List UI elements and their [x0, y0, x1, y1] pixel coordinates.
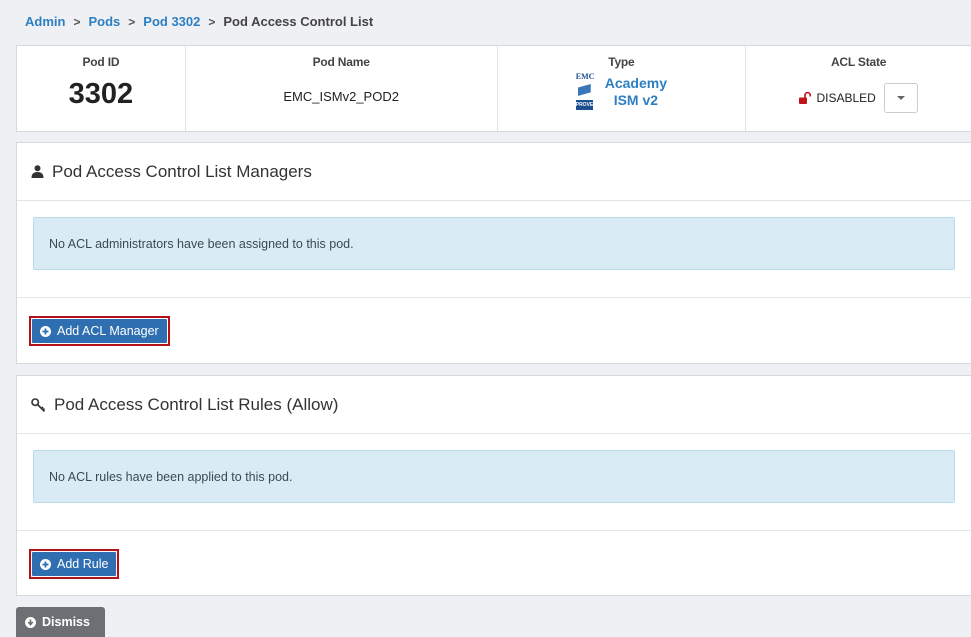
acl-managers-footer: Add ACL Manager — [17, 298, 971, 346]
type-name: Academy ISM v2 — [605, 75, 667, 109]
acl-state-dropdown-button[interactable] — [883, 83, 918, 113]
acl-managers-body: No ACL administrators have been assigned… — [17, 201, 971, 298]
pod-id-header: Pod ID — [82, 55, 120, 69]
dismiss-button[interactable]: Dismiss — [16, 607, 105, 637]
type-name-line1: Academy — [604, 75, 667, 91]
pod-info-table: Pod ID 3302 Pod Name EMC_ISMv2_POD2 Type… — [16, 45, 971, 132]
acl-managers-panel: Pod Access Control List Managers No ACL … — [16, 142, 971, 364]
acl-rules-panel: Pod Access Control List Rules (Allow) No… — [16, 375, 971, 596]
key-icon — [31, 397, 46, 412]
add-acl-manager-label: Add ACL Manager — [57, 324, 159, 338]
acl-state-header: ACL State — [830, 55, 887, 69]
acl-state-value: DISABLED — [816, 91, 876, 105]
breadcrumb-pods[interactable]: Pods — [88, 14, 120, 29]
plus-circle-icon — [40, 558, 51, 570]
breadcrumb-separator: > — [73, 14, 81, 29]
pod-name-column: Pod Name EMC_ISMv2_POD2 — [186, 46, 498, 131]
acl-state-column: ACL State DISABLED — [746, 46, 971, 131]
caret-down-icon — [896, 96, 905, 100]
type-link[interactable]: EMC PROVEN Academy ISM v2 — [575, 72, 667, 112]
acl-state-control: DISABLED — [799, 83, 918, 113]
breadcrumb: Admin > Pods > Pod 3302 > Pod Access Con… — [25, 14, 373, 29]
unlock-icon — [799, 92, 812, 104]
acl-rules-body: No ACL rules have been applied to this p… — [17, 434, 971, 531]
type-header: Type — [608, 55, 635, 69]
add-rule-label: Add Rule — [57, 557, 109, 571]
dismiss-label: Dismiss — [42, 615, 90, 629]
acl-rules-info-alert: No ACL rules have been applied to this p… — [33, 450, 955, 503]
add-rule-highlight: Add Rule — [29, 549, 120, 579]
pod-id-value: 3302 — [68, 78, 134, 110]
arrow-down-circle-icon — [25, 616, 36, 628]
add-rule-button[interactable]: Add Rule — [32, 552, 117, 576]
breadcrumb-separator: > — [128, 14, 136, 29]
emc-logo-text: EMC — [575, 72, 595, 81]
acl-managers-title: Pod Access Control List Managers — [52, 161, 312, 181]
type-name-line2: ISM v2 — [613, 92, 659, 108]
type-column: Type EMC PROVEN Academy ISM v2 — [498, 46, 747, 131]
emc-logo-badge: PROVEN — [575, 100, 597, 110]
emc-academy-logo: EMC PROVEN — [575, 72, 597, 112]
breadcrumb-pod[interactable]: Pod 3302 — [143, 14, 200, 29]
pod-id-column: Pod ID 3302 — [17, 46, 186, 131]
breadcrumb-separator: > — [208, 14, 216, 29]
acl-rules-footer: Add Rule — [17, 531, 971, 579]
pod-name-value: EMC_ISMv2_POD2 — [283, 89, 399, 104]
acl-rules-header: Pod Access Control List Rules (Allow) — [17, 376, 971, 434]
acl-rules-title: Pod Access Control List Rules (Allow) — [54, 394, 339, 414]
add-acl-manager-button[interactable]: Add ACL Manager — [32, 319, 167, 343]
acl-managers-header: Pod Access Control List Managers — [17, 143, 971, 201]
add-acl-manager-highlight: Add ACL Manager — [29, 316, 170, 346]
user-icon — [31, 165, 44, 178]
breadcrumb-current: Pod Access Control List — [223, 14, 374, 29]
acl-managers-info-alert: No ACL administrators have been assigned… — [33, 217, 955, 270]
plus-circle-icon — [40, 325, 51, 337]
pod-name-header: Pod Name — [312, 55, 370, 69]
breadcrumb-admin[interactable]: Admin — [25, 14, 65, 29]
